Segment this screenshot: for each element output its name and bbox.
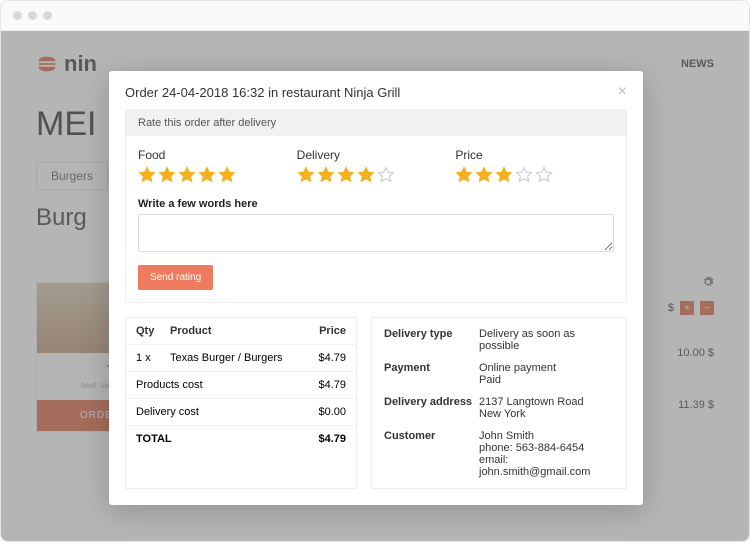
rating-delivery: Delivery <box>297 148 456 184</box>
detail-label: Customer <box>384 430 479 478</box>
modal-title: Order 24-04-2018 16:32 in restaurant Nin… <box>125 85 400 100</box>
products-cost-value: $4.79 <box>291 379 346 391</box>
rating-banner: Rate this order after delivery <box>126 110 626 136</box>
detail-delivery-type: Delivery type Delivery as soon as possib… <box>384 328 614 352</box>
stars-delivery[interactable] <box>297 166 456 184</box>
star-icon[interactable] <box>337 166 355 184</box>
star-icon[interactable] <box>297 166 315 184</box>
detail-payment: Payment Online payment Paid <box>384 362 614 386</box>
detail-label: Delivery type <box>384 328 479 352</box>
browser-frame: nin NEWS MEI Burgers Burg Tex beef, land… <box>0 0 750 542</box>
star-icon[interactable] <box>357 166 375 184</box>
order-details: Delivery type Delivery as soon as possib… <box>371 317 627 489</box>
customer-email: email: john.smith@gmail.com <box>479 454 614 478</box>
td-qty: 1 x <box>136 352 170 364</box>
detail-value: Delivery as soon as possible <box>479 328 614 352</box>
star-icon[interactable] <box>178 166 196 184</box>
star-icon[interactable] <box>515 166 533 184</box>
star-icon[interactable] <box>377 166 395 184</box>
total-value: $4.79 <box>291 433 346 445</box>
viewport: nin NEWS MEI Burgers Burg Tex beef, land… <box>1 31 749 542</box>
comment-label: Write a few words here <box>138 198 614 210</box>
table-row-products-cost: Products cost $4.79 <box>126 371 356 398</box>
payment-method: Online payment <box>479 362 614 374</box>
customer-name: John Smith <box>479 430 614 442</box>
close-icon[interactable]: × <box>618 83 627 101</box>
star-icon[interactable] <box>455 166 473 184</box>
window-dot <box>28 11 37 20</box>
customer-phone: phone: 563-884-6454 <box>479 442 614 454</box>
th-qty: Qty <box>136 325 170 337</box>
star-icon[interactable] <box>495 166 513 184</box>
detail-label: Payment <box>384 362 479 386</box>
total-label: TOTAL <box>136 433 291 445</box>
delivery-cost-label: Delivery cost <box>136 406 291 418</box>
detail-customer: Customer John Smith phone: 563-884-6454 … <box>384 430 614 478</box>
star-icon[interactable] <box>218 166 236 184</box>
star-icon[interactable] <box>475 166 493 184</box>
address-line: 2137 Langtown Road <box>479 396 614 408</box>
detail-value: 2137 Langtown Road New York <box>479 396 614 420</box>
browser-chrome-bar <box>1 1 749 31</box>
rating-food: Food <box>138 148 297 184</box>
send-rating-button[interactable]: Send rating <box>138 265 213 290</box>
stars-food[interactable] <box>138 166 297 184</box>
address-line: New York <box>479 408 614 420</box>
star-icon[interactable] <box>138 166 156 184</box>
window-dot <box>13 11 22 20</box>
rating-label-food: Food <box>138 148 297 162</box>
rating-label-price: Price <box>455 148 614 162</box>
payment-status: Paid <box>479 374 614 386</box>
rating-label-delivery: Delivery <box>297 148 456 162</box>
window-dot <box>43 11 52 20</box>
comment-textarea[interactable] <box>138 214 614 252</box>
stars-price[interactable] <box>455 166 614 184</box>
table-row-total: TOTAL $4.79 <box>126 425 356 452</box>
star-icon[interactable] <box>317 166 335 184</box>
products-cost-label: Products cost <box>136 379 291 391</box>
th-price: Price <box>291 325 346 337</box>
table-row-delivery-cost: Delivery cost $0.00 <box>126 398 356 425</box>
detail-value: Online payment Paid <box>479 362 614 386</box>
order-modal: Order 24-04-2018 16:32 in restaurant Nin… <box>109 71 643 505</box>
detail-label: Delivery address <box>384 396 479 420</box>
delivery-cost-value: $0.00 <box>291 406 346 418</box>
td-product: Texas Burger / Burgers <box>170 352 291 364</box>
star-icon[interactable] <box>535 166 553 184</box>
td-price: $4.79 <box>291 352 346 364</box>
rating-price: Price <box>455 148 614 184</box>
table-header: Qty Product Price <box>126 318 356 344</box>
th-product: Product <box>170 325 291 337</box>
star-icon[interactable] <box>158 166 176 184</box>
detail-address: Delivery address 2137 Langtown Road New … <box>384 396 614 420</box>
star-icon[interactable] <box>198 166 216 184</box>
order-table: Qty Product Price 1 x Texas Burger / Bur… <box>125 317 357 489</box>
table-row: 1 x Texas Burger / Burgers $4.79 <box>126 344 356 371</box>
rating-section: Rate this order after delivery Food Deli… <box>125 109 627 303</box>
detail-value: John Smith phone: 563-884-6454 email: jo… <box>479 430 614 478</box>
